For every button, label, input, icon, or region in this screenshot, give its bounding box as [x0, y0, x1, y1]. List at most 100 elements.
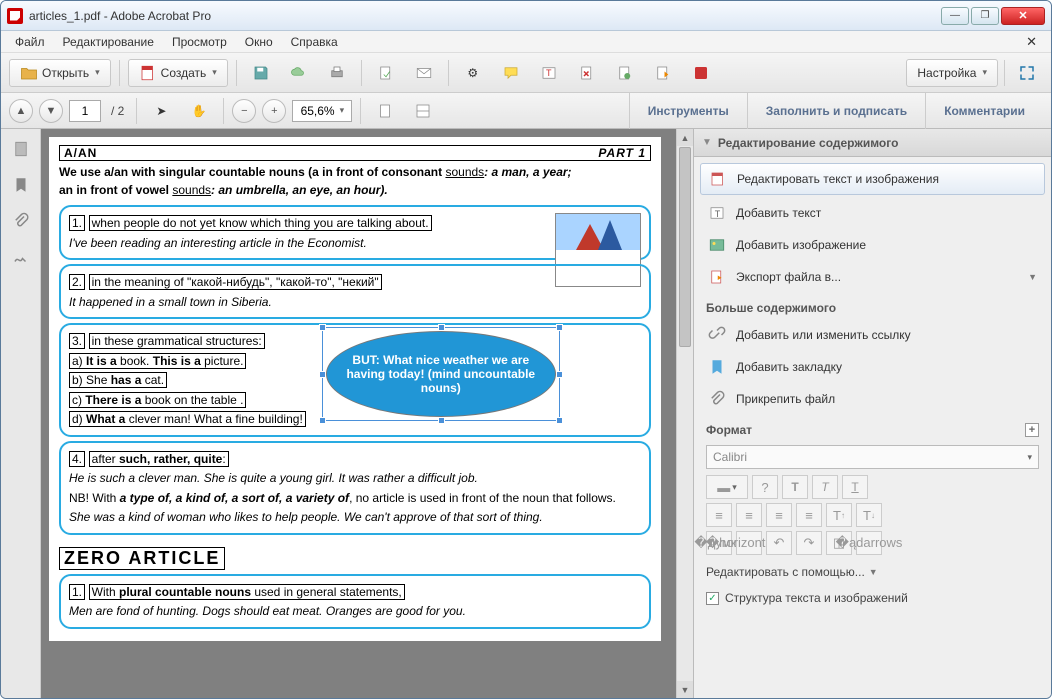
bookmarks-icon[interactable] [11, 175, 31, 195]
checkbox-checked-icon: ✓ [706, 592, 719, 605]
align-right-button[interactable]: ≡ [766, 503, 792, 527]
tab-tools[interactable]: Инструменты [629, 93, 747, 129]
structure-checkbox-row[interactable]: ✓ Структура текста и изображений [694, 587, 1051, 609]
text-box-icon: T [540, 64, 558, 82]
tab-comments[interactable]: Комментарии [925, 93, 1043, 129]
cloud-button[interactable] [283, 59, 315, 87]
menu-view[interactable]: Просмотр [164, 33, 235, 51]
rule-box-3: 3. in these grammatical structures: a) I… [59, 323, 651, 437]
cursor-icon: ➤ [152, 102, 170, 120]
page-arrow-out-icon [654, 64, 672, 82]
selected-ellipse-object[interactable]: BUT: What nice weather we are having tod… [326, 331, 556, 417]
pointer-tool-button[interactable]: ➤ [145, 97, 177, 125]
menu-help[interactable]: Справка [283, 33, 346, 51]
panel-header-content-editing[interactable]: ▼ Редактирование содержимого [694, 129, 1051, 157]
prev-page-button[interactable]: ▲ [9, 99, 33, 123]
fit-page-icon [414, 102, 432, 120]
menu-window[interactable]: Окно [237, 33, 281, 51]
page-arrow-icon [377, 64, 395, 82]
menu-file[interactable]: Файл [7, 33, 53, 51]
titlebar: articles_1.pdf - Adobe Acrobat Pro — ❐ ✕ [1, 1, 1051, 31]
main-toolbar: Открыть▾ Создать▾ ⚙ T Настройка▾ [1, 53, 1051, 93]
text-tool-button[interactable]: T [533, 59, 565, 87]
thumbnails-icon[interactable] [11, 139, 31, 159]
page-total-label: / 2 [111, 104, 124, 118]
scroll-up-button[interactable]: ▲ [677, 129, 693, 146]
scroll-down-button[interactable]: ▼ [677, 681, 693, 698]
flip-horizontal-button[interactable]: �horizontalflip [736, 531, 762, 555]
vertical-scrollbar[interactable]: ▲ ▼ [676, 129, 693, 698]
page-check-icon [616, 64, 634, 82]
save-button[interactable] [245, 59, 277, 87]
collapse-icon: ▼ [702, 137, 712, 148]
export-button[interactable] [647, 59, 679, 87]
customize-button[interactable]: Настройка▾ [906, 59, 998, 87]
italic-button[interactable]: T [812, 475, 838, 499]
email-button[interactable] [370, 59, 402, 87]
document-viewport[interactable]: A/ANPART 1 We use a/an with singular cou… [41, 129, 693, 698]
comment-button[interactable] [495, 59, 527, 87]
superscript-button[interactable]: T↑ [826, 503, 852, 527]
unknown-format-button[interactable]: ? [752, 475, 778, 499]
tool-add-image[interactable]: Добавить изображение [694, 229, 1051, 261]
expand-format-button[interactable]: + [1025, 423, 1039, 437]
scroll-thumb[interactable] [679, 147, 691, 347]
underline-button[interactable]: T [842, 475, 868, 499]
create-button[interactable]: Создать▾ [128, 59, 228, 87]
page-number-input[interactable] [69, 100, 101, 122]
folder-open-icon [20, 64, 38, 82]
replace-image-button[interactable]: �ądarrows [856, 531, 882, 555]
tab-fill-sign[interactable]: Заполнить и подписать [747, 93, 925, 129]
close-document-button[interactable]: ✕ [1018, 32, 1045, 52]
zoom-level-select[interactable]: 65,6%▾ [292, 100, 352, 122]
open-button[interactable]: Открыть▾ [9, 59, 111, 87]
envelope-icon [415, 64, 433, 82]
fit-page-button[interactable] [407, 97, 439, 125]
svg-text:T: T [715, 209, 721, 219]
close-button[interactable]: ✕ [1001, 7, 1045, 25]
tool-edit-text-images[interactable]: Редактировать текст и изображения [700, 163, 1045, 195]
menubar: Файл Редактирование Просмотр Окно Справк… [1, 31, 1051, 53]
tool-export-file[interactable]: Экспорт файла в... ▼ [694, 261, 1051, 293]
attachments-icon[interactable] [11, 211, 31, 231]
heading-part: PART 1 [598, 146, 646, 160]
envelope-button[interactable] [408, 59, 440, 87]
print-button[interactable] [321, 59, 353, 87]
pdf-page: A/ANPART 1 We use a/an with singular cou… [49, 137, 661, 641]
zoom-in-button[interactable]: + [262, 99, 286, 123]
pdf-badge-icon [692, 64, 710, 82]
align-left-button[interactable]: ≡ [706, 503, 732, 527]
tool-add-link[interactable]: Добавить или изменить ссылку [694, 319, 1051, 351]
minimize-button[interactable]: — [941, 7, 969, 25]
gear-button[interactable]: ⚙ [457, 59, 489, 87]
next-page-button[interactable]: ▼ [39, 99, 63, 123]
maximize-button[interactable]: ❐ [971, 7, 999, 25]
gear-icon: ⚙ [464, 64, 482, 82]
signatures-icon[interactable] [11, 247, 31, 267]
edit-with-dropdown[interactable]: Редактировать с помощью...▼ [694, 557, 1051, 587]
window-title: articles_1.pdf - Adobe Acrobat Pro [29, 9, 941, 23]
zoom-out-button[interactable]: − [232, 99, 256, 123]
app-window: articles_1.pdf - Adobe Acrobat Pro — ❐ ✕… [0, 0, 1052, 699]
align-justify-button[interactable]: ≡ [796, 503, 822, 527]
fit-width-button[interactable] [369, 97, 401, 125]
tool-attach-file[interactable]: Прикрепить файл [694, 383, 1051, 415]
subscript-button[interactable]: T↓ [856, 503, 882, 527]
tool-add-text[interactable]: T Добавить текст [694, 197, 1051, 229]
rotate-cw-button[interactable]: ↷ [796, 531, 822, 555]
bold-button[interactable]: T [782, 475, 808, 499]
rotate-ccw-button[interactable]: ↶ [766, 531, 792, 555]
redact-button[interactable] [571, 59, 603, 87]
font-family-select[interactable]: Calibri▾ [706, 445, 1039, 469]
fit-width-icon [376, 102, 394, 120]
tool-add-bookmark[interactable]: Добавить закладку [694, 351, 1051, 383]
bookmark-icon [708, 358, 726, 376]
pdf-button[interactable] [685, 59, 717, 87]
menu-edit[interactable]: Редактирование [55, 33, 162, 51]
fullscreen-button[interactable] [1011, 59, 1043, 87]
hand-tool-button[interactable]: ✋ [183, 97, 215, 125]
text-color-button[interactable]: ▬▾ [706, 475, 748, 499]
form-button[interactable] [609, 59, 641, 87]
align-center-button[interactable]: ≡ [736, 503, 762, 527]
heading-aan: A/AN [64, 146, 97, 160]
